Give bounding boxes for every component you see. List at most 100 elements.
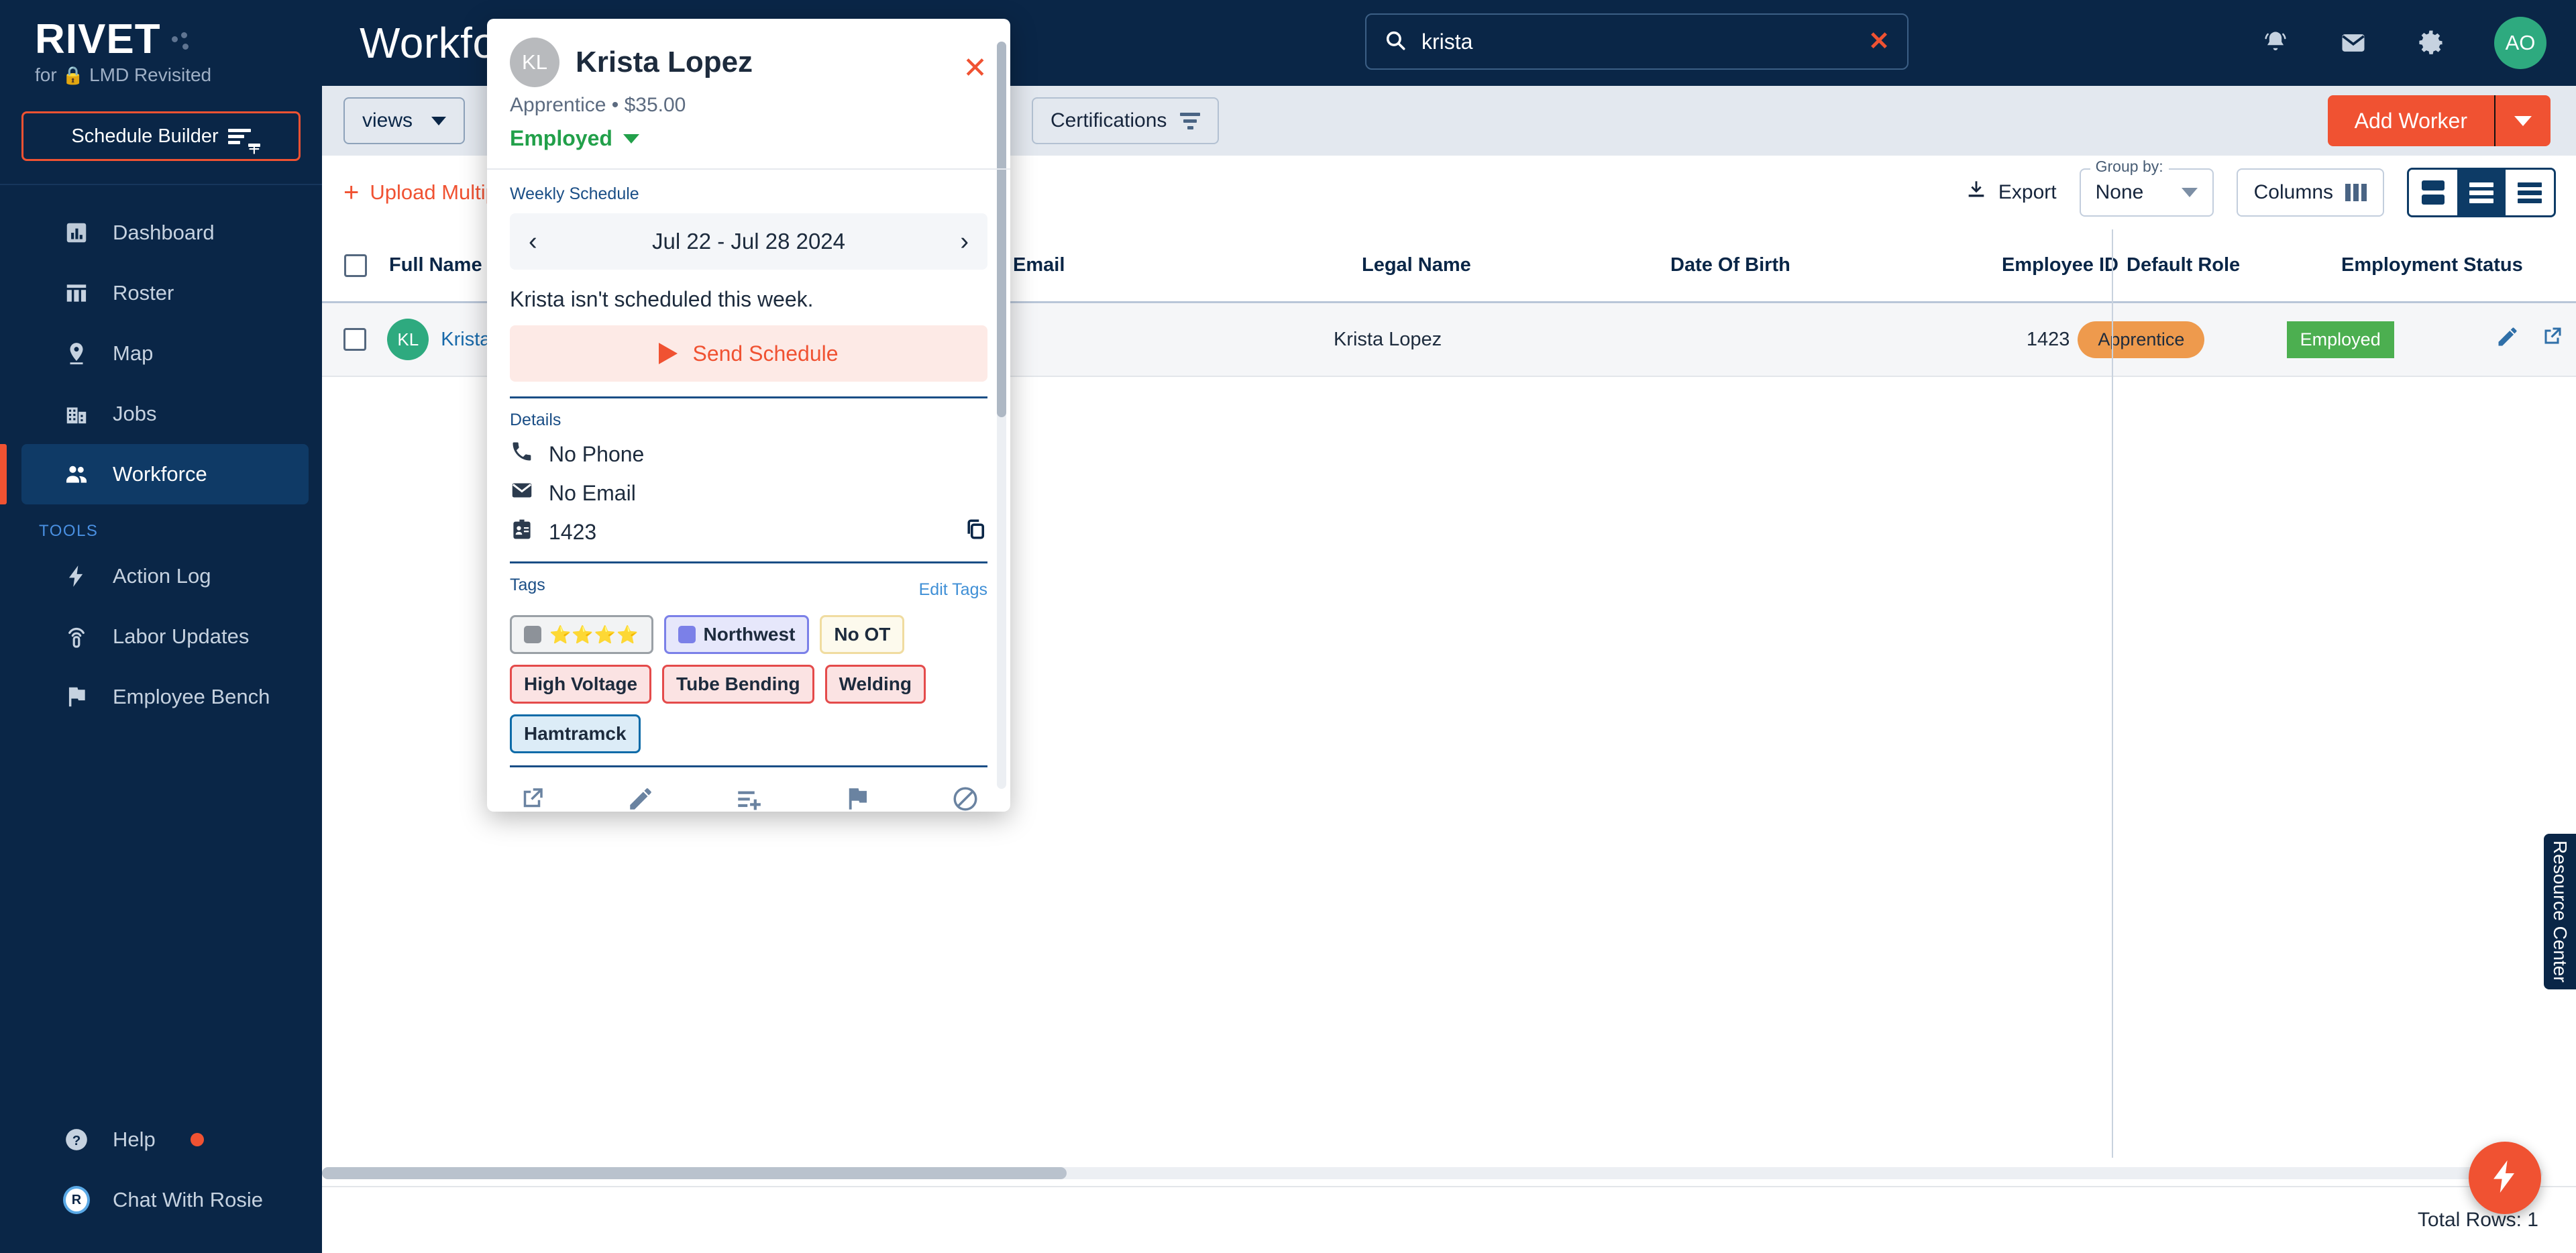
tag-label: Welding bbox=[839, 673, 912, 694]
mail-icon bbox=[510, 478, 534, 508]
add-worker-label: Add Worker bbox=[2354, 108, 2467, 133]
section-divider bbox=[510, 561, 987, 563]
tag-rating[interactable]: ⭐⭐⭐⭐ bbox=[510, 615, 653, 654]
roster-icon bbox=[63, 280, 90, 307]
add-worker-dropdown-toggle[interactable] bbox=[2496, 115, 2551, 126]
add-worker-button[interactable]: Add Worker bbox=[2327, 95, 2551, 146]
app-root: RIVET for 🔒 LMD Revisited Schedule Build… bbox=[0, 0, 2576, 1253]
flag-icon[interactable] bbox=[843, 785, 871, 812]
download-icon bbox=[1965, 178, 1988, 207]
view-mode-rows[interactable] bbox=[2457, 170, 2506, 215]
views-dropdown[interactable]: views bbox=[343, 97, 466, 144]
section-divider bbox=[510, 396, 987, 398]
open-external-icon[interactable] bbox=[2540, 325, 2564, 354]
add-to-list-icon[interactable] bbox=[735, 785, 763, 812]
edit-pencil-icon[interactable] bbox=[2496, 325, 2520, 354]
total-rows-label: Total Rows: 1 bbox=[2417, 1209, 2538, 1231]
tag-no-ot[interactable]: No OT bbox=[820, 615, 905, 654]
sidebar-item-chat-with-rosie[interactable]: R Chat With Rosie bbox=[21, 1170, 309, 1230]
copy-icon[interactable] bbox=[963, 517, 987, 547]
certifications-filter-button[interactable]: Certifications bbox=[1032, 97, 1220, 144]
cell-default-role: Apprentice bbox=[2078, 321, 2286, 358]
quick-action-fab[interactable] bbox=[2469, 1142, 2541, 1214]
row-checkbox[interactable] bbox=[343, 328, 366, 351]
sidebar-item-roster[interactable]: Roster bbox=[21, 263, 309, 323]
sidebar-item-label: Roster bbox=[113, 281, 174, 305]
horizontal-scrollbar[interactable] bbox=[322, 1167, 2542, 1179]
select-all-checkbox[interactable] bbox=[344, 254, 367, 277]
open-external-icon[interactable] bbox=[518, 785, 546, 812]
tag-hamtramck[interactable]: Hamtramck bbox=[510, 714, 641, 753]
worker-role-rate: Apprentice • $35.00 bbox=[510, 94, 686, 116]
edit-pencil-icon[interactable] bbox=[627, 785, 655, 812]
bolt-icon bbox=[2485, 1157, 2524, 1199]
tag-high-voltage[interactable]: High Voltage bbox=[510, 665, 652, 704]
weekly-schedule-section-label: Weekly Schedule bbox=[510, 184, 639, 203]
tag-region[interactable]: Northwest bbox=[663, 615, 810, 654]
employment-status-dropdown[interactable]: Employed bbox=[510, 126, 987, 151]
gear-icon[interactable] bbox=[2416, 28, 2446, 58]
view-mode-compact[interactable] bbox=[2506, 170, 2554, 215]
view-mode-cards[interactable] bbox=[2409, 170, 2457, 215]
sidebar-item-jobs[interactable]: Jobs bbox=[21, 384, 309, 444]
bolt-icon bbox=[63, 563, 90, 590]
mail-icon[interactable] bbox=[2339, 28, 2368, 58]
sidebar-item-map[interactable]: Map bbox=[21, 323, 309, 384]
help-circle-icon: ? bbox=[63, 1126, 90, 1153]
lock-icon: 🔒 bbox=[62, 64, 85, 85]
column-header-legal-name[interactable]: Legal Name bbox=[1362, 254, 1670, 276]
schedule-list-add-icon: + bbox=[227, 128, 260, 159]
columns-label: Columns bbox=[2253, 181, 2333, 203]
block-icon[interactable] bbox=[951, 785, 979, 812]
column-header-default-role[interactable]: Default Role bbox=[2127, 254, 2341, 276]
cell-legal-name: Krista Lopez bbox=[1333, 328, 1442, 350]
tag-welding[interactable]: Welding bbox=[824, 665, 926, 704]
chevron-right-icon[interactable]: › bbox=[960, 229, 969, 254]
frozen-column-divider bbox=[2112, 229, 2113, 1158]
chevron-down-icon bbox=[2181, 188, 2198, 197]
status-badge: Apprentice bbox=[2078, 321, 2205, 358]
sidebar-item-label: Dashboard bbox=[113, 221, 215, 244]
sidebar-item-help[interactable]: ? Help bbox=[21, 1109, 309, 1170]
tag-color-chip bbox=[524, 626, 541, 643]
flag-icon bbox=[63, 684, 90, 710]
export-button[interactable]: Export bbox=[1965, 178, 2057, 207]
scrollbar-thumb[interactable] bbox=[322, 1167, 1067, 1179]
worker-detail-popover: KL Krista Lopez ✕ Apprentice • $35.00 Em… bbox=[487, 19, 1010, 812]
sidebar-item-labor-updates[interactable]: Labor Updates bbox=[21, 606, 309, 667]
chevron-left-icon[interactable]: ‹ bbox=[529, 229, 537, 254]
group-by-select[interactable]: Group by: None bbox=[2079, 158, 2214, 217]
schedule-builder-button[interactable]: Schedule Builder + bbox=[21, 111, 301, 161]
brand-row: RIVET bbox=[35, 19, 322, 60]
employee-id-value: 1423 bbox=[549, 519, 597, 544]
avatar[interactable]: AO bbox=[2494, 17, 2546, 69]
employment-status-label: Employed bbox=[510, 126, 612, 150]
columns-button[interactable]: Columns bbox=[2236, 168, 2384, 217]
sidebar-item-label: Map bbox=[113, 341, 154, 365]
send-schedule-button[interactable]: Send Schedule bbox=[510, 325, 987, 382]
status-badge: Employed bbox=[2286, 321, 2394, 358]
tag-tube-bending[interactable]: Tube Bending bbox=[662, 665, 814, 704]
sidebar-item-action-log[interactable]: Action Log bbox=[21, 546, 309, 606]
brand-name: RIVET bbox=[35, 16, 161, 62]
bell-icon[interactable] bbox=[2261, 28, 2290, 58]
sidebar-bottom: ? Help R Chat With Rosie bbox=[0, 1109, 322, 1253]
column-header-date-of-birth[interactable]: Date Of Birth bbox=[1670, 254, 1932, 276]
sidebar-item-employee-bench[interactable]: Employee Bench bbox=[21, 667, 309, 727]
column-header-employee-id[interactable]: Employee ID bbox=[1932, 254, 2127, 276]
edit-tags-link[interactable]: Edit Tags bbox=[919, 580, 987, 600]
resource-center-tab[interactable]: Resource Center bbox=[2544, 834, 2576, 989]
tag-label: High Voltage bbox=[524, 673, 638, 694]
table-footer: Total Rows: 1 bbox=[322, 1186, 2576, 1253]
dashboard-icon bbox=[63, 219, 90, 246]
certifications-label: Certifications bbox=[1051, 109, 1167, 131]
sidebar-item-workforce[interactable]: Workforce bbox=[0, 444, 309, 504]
tag-label: No OT bbox=[834, 624, 891, 645]
close-icon[interactable]: ✕ bbox=[1868, 29, 1890, 54]
search-input[interactable]: krista ✕ bbox=[1365, 13, 1909, 70]
close-icon[interactable]: ✕ bbox=[963, 54, 987, 83]
sub-toolbar-right: Export Group by: None Columns bbox=[1965, 158, 2556, 217]
column-header-email[interactable]: Email bbox=[1013, 254, 1362, 276]
sidebar-item-dashboard[interactable]: Dashboard bbox=[21, 203, 309, 263]
column-header-employment-status[interactable]: Employment Status bbox=[2341, 254, 2556, 276]
